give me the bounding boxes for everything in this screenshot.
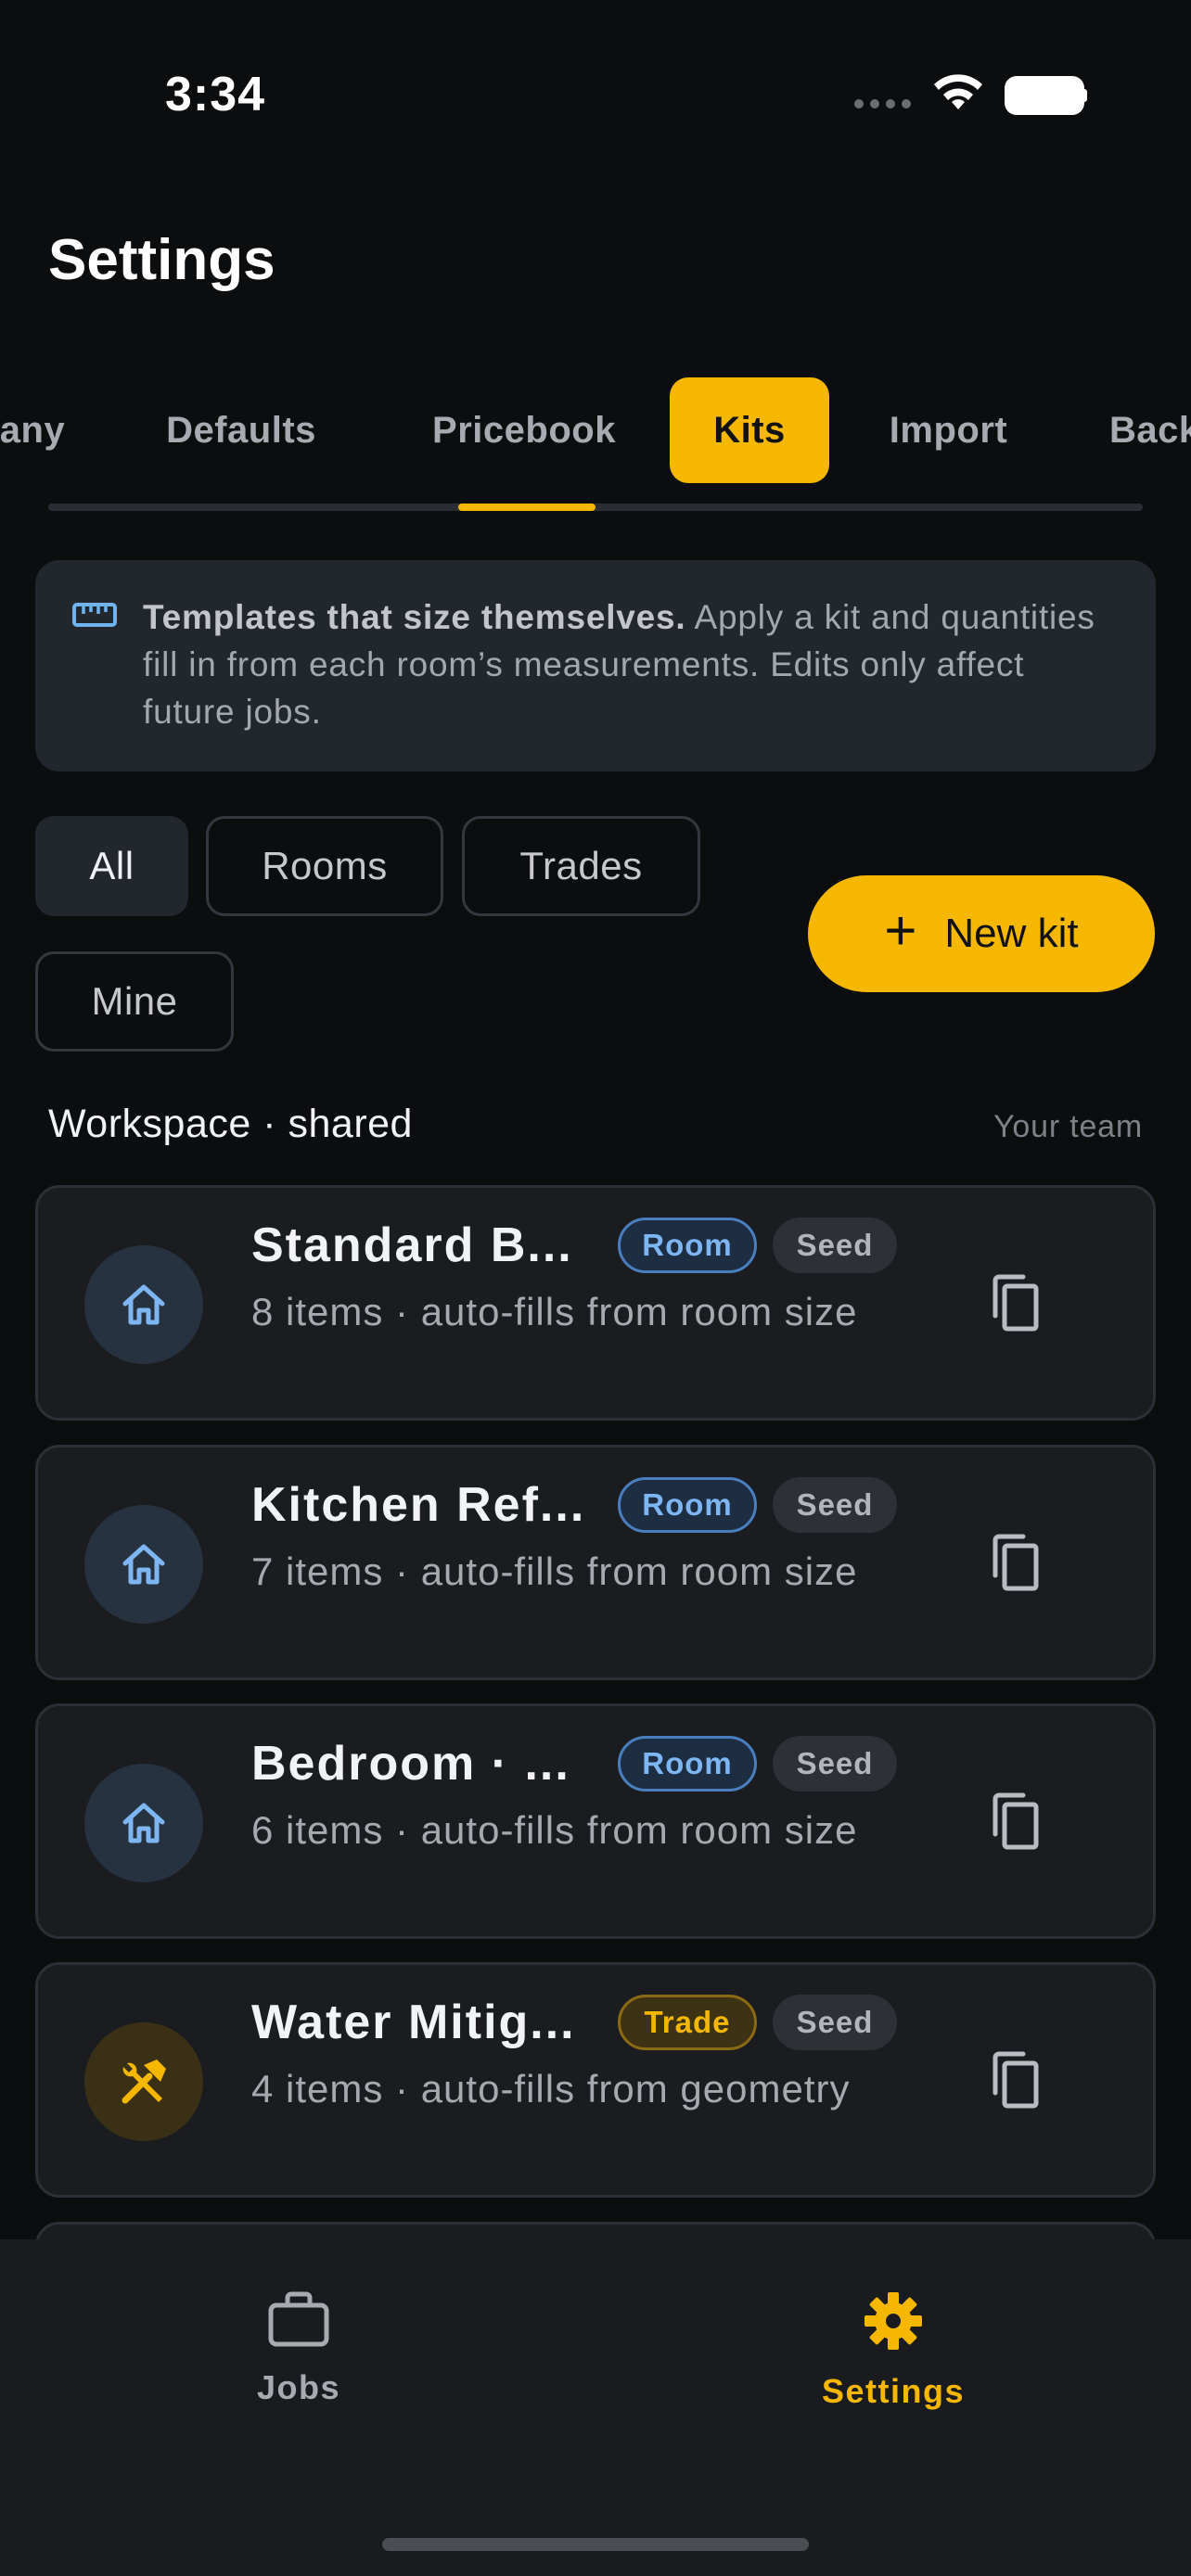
kit-title: Bedroom · ...: [251, 1737, 570, 1791]
new-kit-button[interactable]: + New kit: [808, 875, 1155, 992]
kit-card[interactable]: Bedroom · ... Room Seed 6 items · auto-f…: [35, 1703, 1156, 1939]
tools-icon: [122, 2060, 166, 2104]
briefcase-icon: [268, 2291, 329, 2347]
copy-icon[interactable]: [988, 1533, 1044, 1594]
kit-type-badge: Room: [618, 1218, 757, 1273]
home-icon: [122, 1284, 165, 1325]
tab-backup[interactable]: Back: [1109, 377, 1191, 483]
filter-all[interactable]: All: [35, 816, 188, 916]
kit-subtitle: 7 items · auto-fills from room size: [251, 1549, 858, 1593]
kit-icon-badge: [84, 1764, 203, 1882]
nav-jobs[interactable]: Jobs: [178, 2290, 419, 2407]
new-kit-label: New kit: [944, 911, 1079, 956]
copy-icon[interactable]: [988, 2050, 1044, 2111]
kit-card[interactable]: Water Mitig... Trade Seed 4 items · auto…: [35, 1962, 1156, 2198]
tab-company[interactable]: any: [0, 377, 74, 483]
section-meta: Your team: [993, 1109, 1143, 1144]
kit-type-badge: Room: [618, 1477, 757, 1533]
seed-badge: Seed: [773, 1477, 897, 1533]
kit-subtitle: 8 items · auto-fills from room size: [251, 1290, 858, 1333]
filter-trades[interactable]: Trades: [462, 816, 700, 916]
tab-kits[interactable]: Kits: [670, 377, 829, 483]
kit-subtitle: 6 items · auto-fills from room size: [251, 1808, 858, 1852]
banner-text: Templates that size themselves. Apply a …: [143, 593, 1126, 735]
kit-title: Standard B...: [251, 1218, 573, 1272]
tab-scroll-indicator: [458, 504, 596, 511]
kit-title: Water Mitig...: [251, 1996, 576, 2049]
kit-icon-badge: [84, 1245, 203, 1364]
copy-icon[interactable]: [988, 1792, 1044, 1853]
copy-icon[interactable]: [988, 1273, 1044, 1334]
home-icon: [122, 1544, 165, 1585]
home-icon: [122, 1803, 165, 1843]
banner-bold: Templates that size themselves.: [143, 598, 686, 636]
kit-type-badge: Room: [618, 1736, 757, 1792]
plus-icon: +: [884, 899, 917, 962]
seed-badge: Seed: [773, 1736, 897, 1792]
status-time: 3:34: [165, 68, 266, 121]
kit-subtitle: 4 items · auto-fills from geometry: [251, 2067, 851, 2111]
nav-label: Jobs: [256, 2368, 341, 2406]
tab-pricebook[interactable]: Pricebook: [408, 377, 640, 483]
kit-card[interactable]: Kitchen Ref... Room Seed 7 items · auto-…: [35, 1445, 1156, 1680]
kit-card[interactable]: Standard B... Room Seed 8 items · auto-f…: [35, 1185, 1156, 1421]
filter-mine[interactable]: Mine: [35, 951, 234, 1052]
battery-cap: [1081, 89, 1087, 102]
tab-defaults[interactable]: Defaults: [139, 377, 343, 483]
tab-import[interactable]: Import: [863, 377, 1034, 483]
nav-label: Settings: [821, 2372, 965, 2410]
kit-icon-badge: [84, 2022, 203, 2141]
seed-badge: Seed: [773, 1995, 897, 2050]
ruler-icon: [72, 603, 117, 627]
cellular-signal-icon: [854, 99, 911, 108]
section-title: Workspace · shared: [48, 1102, 413, 1146]
nav-settings[interactable]: Settings: [773, 2290, 1014, 2411]
filter-rooms[interactable]: Rooms: [206, 816, 443, 916]
seed-badge: Seed: [773, 1218, 897, 1273]
tab-scroll-track: [48, 504, 1143, 511]
gear-icon: [864, 2292, 922, 2350]
wifi-icon: [934, 74, 982, 109]
kit-title: Kitchen Ref...: [251, 1478, 586, 1532]
kit-icon-badge: [84, 1505, 203, 1624]
kit-type-badge: Trade: [618, 1995, 757, 2050]
page-title: Settings: [48, 228, 275, 292]
home-indicator: [382, 2538, 809, 2551]
battery-icon: [1005, 76, 1084, 115]
